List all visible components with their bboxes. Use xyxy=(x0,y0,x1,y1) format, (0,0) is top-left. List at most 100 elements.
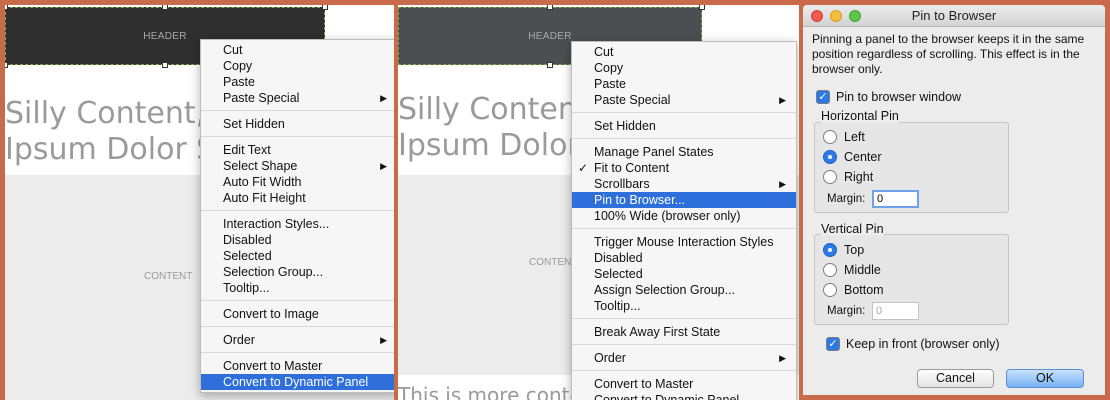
keep-in-front-checkbox[interactable]: ✓ Keep in front (browser only) xyxy=(826,337,1000,351)
resize-handle[interactable] xyxy=(5,62,8,68)
radio-top[interactable]: Top xyxy=(823,243,864,257)
menu-item-label: Convert to Master xyxy=(594,377,694,391)
cancel-button[interactable]: Cancel xyxy=(917,369,994,388)
menu-item-cut[interactable]: Cut xyxy=(572,44,796,60)
menu-item-label: Order xyxy=(594,351,626,365)
menu-item-auto-fit-height[interactable]: Auto Fit Height xyxy=(201,190,394,206)
ok-button[interactable]: OK xyxy=(1006,369,1084,388)
radio-center[interactable]: Center xyxy=(823,150,882,164)
menu-item-interaction-styles[interactable]: Interaction Styles... xyxy=(201,216,394,232)
menu-item-select-shape[interactable]: Select Shape ▶ xyxy=(201,158,394,174)
menu-item-label: Selected xyxy=(594,267,643,281)
menu-item-set-hidden[interactable]: Set Hidden xyxy=(572,118,796,134)
menu-item-disabled[interactable]: Disabled xyxy=(201,232,394,248)
menu-item-order[interactable]: Order ▶ xyxy=(572,350,796,366)
menu-item-paste[interactable]: Paste xyxy=(572,76,796,92)
menu-item-scrollbars[interactable]: Scrollbars ▶ xyxy=(572,176,796,192)
menu-item-auto-fit-width[interactable]: Auto Fit Width xyxy=(201,174,394,190)
menu-item-label: Paste Special xyxy=(594,93,671,107)
menu-item-cut[interactable]: Cut xyxy=(201,42,394,58)
radio-middle-label: Middle xyxy=(844,263,881,277)
menu-item-trigger-mouse-interaction-styles[interactable]: Trigger Mouse Interaction Styles xyxy=(572,234,796,250)
menu-item-convert-to-dynamic-panel[interactable]: Convert to Dynamic Panel xyxy=(201,374,394,390)
menu-separator xyxy=(201,300,394,301)
menu-item-label: Paste xyxy=(594,77,626,91)
minimize-window-icon[interactable] xyxy=(830,10,842,22)
horizontal-margin-label: Margin: xyxy=(827,193,866,205)
menu-item-copy[interactable]: Copy xyxy=(572,60,796,76)
menu-item-fit-to-content[interactable]: ✓ Fit to Content xyxy=(572,160,796,176)
radio-bottom[interactable]: Bottom xyxy=(823,283,884,297)
menu-item-disabled[interactable]: Disabled xyxy=(572,250,796,266)
context-menu-widget[interactable]: Cut Copy Paste Paste Special ▶ Set Hidden Edit… xyxy=(200,39,394,393)
radio-left[interactable]: Left xyxy=(823,130,865,144)
resize-handle[interactable] xyxy=(5,5,8,10)
menu-separator xyxy=(572,228,796,229)
radio-center-dot xyxy=(823,150,837,164)
vertical-margin-input[interactable] xyxy=(872,302,919,320)
menu-item-label: Order xyxy=(223,333,255,347)
resize-handle[interactable] xyxy=(322,5,328,10)
menu-item-paste[interactable]: Paste xyxy=(201,74,394,90)
context-menu-dynamic-panel[interactable]: Cut Copy Paste Paste Special ▶ Set Hidden Mana… xyxy=(571,41,797,400)
submenu-arrow-icon: ▶ xyxy=(779,179,786,189)
radio-right-label: Right xyxy=(844,170,874,184)
checkmark-icon: ✓ xyxy=(816,90,830,104)
menu-item-selection-group[interactable]: Selection Group... xyxy=(201,264,394,280)
horizontal-margin-input[interactable] xyxy=(872,190,919,208)
menu-item-label: Assign Selection Group... xyxy=(594,283,736,297)
resize-handle[interactable] xyxy=(162,62,168,68)
menu-item-100-wide-browser-only[interactable]: 100% Wide (browser only) xyxy=(572,208,796,224)
radio-right[interactable]: Right xyxy=(823,170,873,184)
resize-handle[interactable] xyxy=(162,5,168,10)
radio-left-dot xyxy=(823,130,837,144)
pin-to-browser-checkbox[interactable]: ✓ Pin to browser window xyxy=(816,90,961,104)
vertical-margin-label: Margin: xyxy=(827,305,866,317)
menu-item-convert-to-image[interactable]: Convert to Image xyxy=(201,306,394,322)
menu-item-convert-to-dynamic-panel[interactable]: Convert to Dynamic Panel xyxy=(572,392,796,400)
menu-item-label: Trigger Mouse Interaction Styles xyxy=(594,235,774,249)
pin-to-browser-dialog: Pin to Browser Pinning a panel to the br… xyxy=(803,5,1105,395)
menu-item-break-away-first-state[interactable]: Break Away First State xyxy=(572,324,796,340)
submenu-arrow-icon: ▶ xyxy=(380,161,387,171)
menu-item-order[interactable]: Order ▶ xyxy=(201,332,394,348)
resize-handle[interactable] xyxy=(547,5,553,10)
maximize-window-icon[interactable] xyxy=(849,10,861,22)
canvas-panel-1: HEADER Silly Content, Lo Ipsum Dolor Sit… xyxy=(5,5,394,400)
radio-right-dot xyxy=(823,170,837,184)
resize-handle[interactable] xyxy=(699,5,705,10)
menu-item-edit-text[interactable]: Edit Text xyxy=(201,142,394,158)
menu-separator xyxy=(201,210,394,211)
submenu-arrow-icon: ▶ xyxy=(380,335,387,345)
radio-left-label: Left xyxy=(844,130,865,144)
menu-item-pin-to-browser[interactable]: Pin to Browser... xyxy=(572,192,796,208)
menu-item-set-hidden[interactable]: Set Hidden xyxy=(201,116,394,132)
menu-item-label: Tooltip... xyxy=(223,281,270,295)
menu-item-convert-to-master[interactable]: Convert to Master xyxy=(201,358,394,374)
menu-item-label: Copy xyxy=(223,59,253,73)
menu-item-selected[interactable]: Selected xyxy=(201,248,394,264)
menu-item-label: Paste xyxy=(223,75,255,89)
menu-item-tooltip[interactable]: Tooltip... xyxy=(201,280,394,296)
menu-separator xyxy=(572,138,796,139)
radio-middle[interactable]: Middle xyxy=(823,263,881,277)
menu-item-label: Manage Panel States xyxy=(594,145,714,159)
close-window-icon[interactable] xyxy=(811,10,823,22)
menu-item-copy[interactable]: Copy xyxy=(201,58,394,74)
menu-item-label: Edit Text xyxy=(223,143,271,157)
menu-item-paste-special[interactable]: Paste Special ▶ xyxy=(572,92,796,108)
menu-item-manage-panel-states[interactable]: Manage Panel States xyxy=(572,144,796,160)
menu-item-label: Auto Fit Width xyxy=(223,175,302,189)
menu-item-convert-to-master[interactable]: Convert to Master xyxy=(572,376,796,392)
radio-middle-dot xyxy=(823,263,837,277)
menu-separator xyxy=(572,318,796,319)
menu-item-label: Pin to Browser... xyxy=(594,193,686,207)
resize-handle[interactable] xyxy=(547,62,553,68)
radio-bottom-dot xyxy=(823,283,837,297)
menu-item-paste-special[interactable]: Paste Special ▶ xyxy=(201,90,394,106)
menu-item-assign-selection-group[interactable]: Assign Selection Group... xyxy=(572,282,796,298)
menu-item-label: Selection Group... xyxy=(223,265,324,279)
menu-item-selected[interactable]: Selected xyxy=(572,266,796,282)
checkmark-icon: ✓ xyxy=(578,161,589,175)
menu-item-tooltip[interactable]: Tooltip... xyxy=(572,298,796,314)
